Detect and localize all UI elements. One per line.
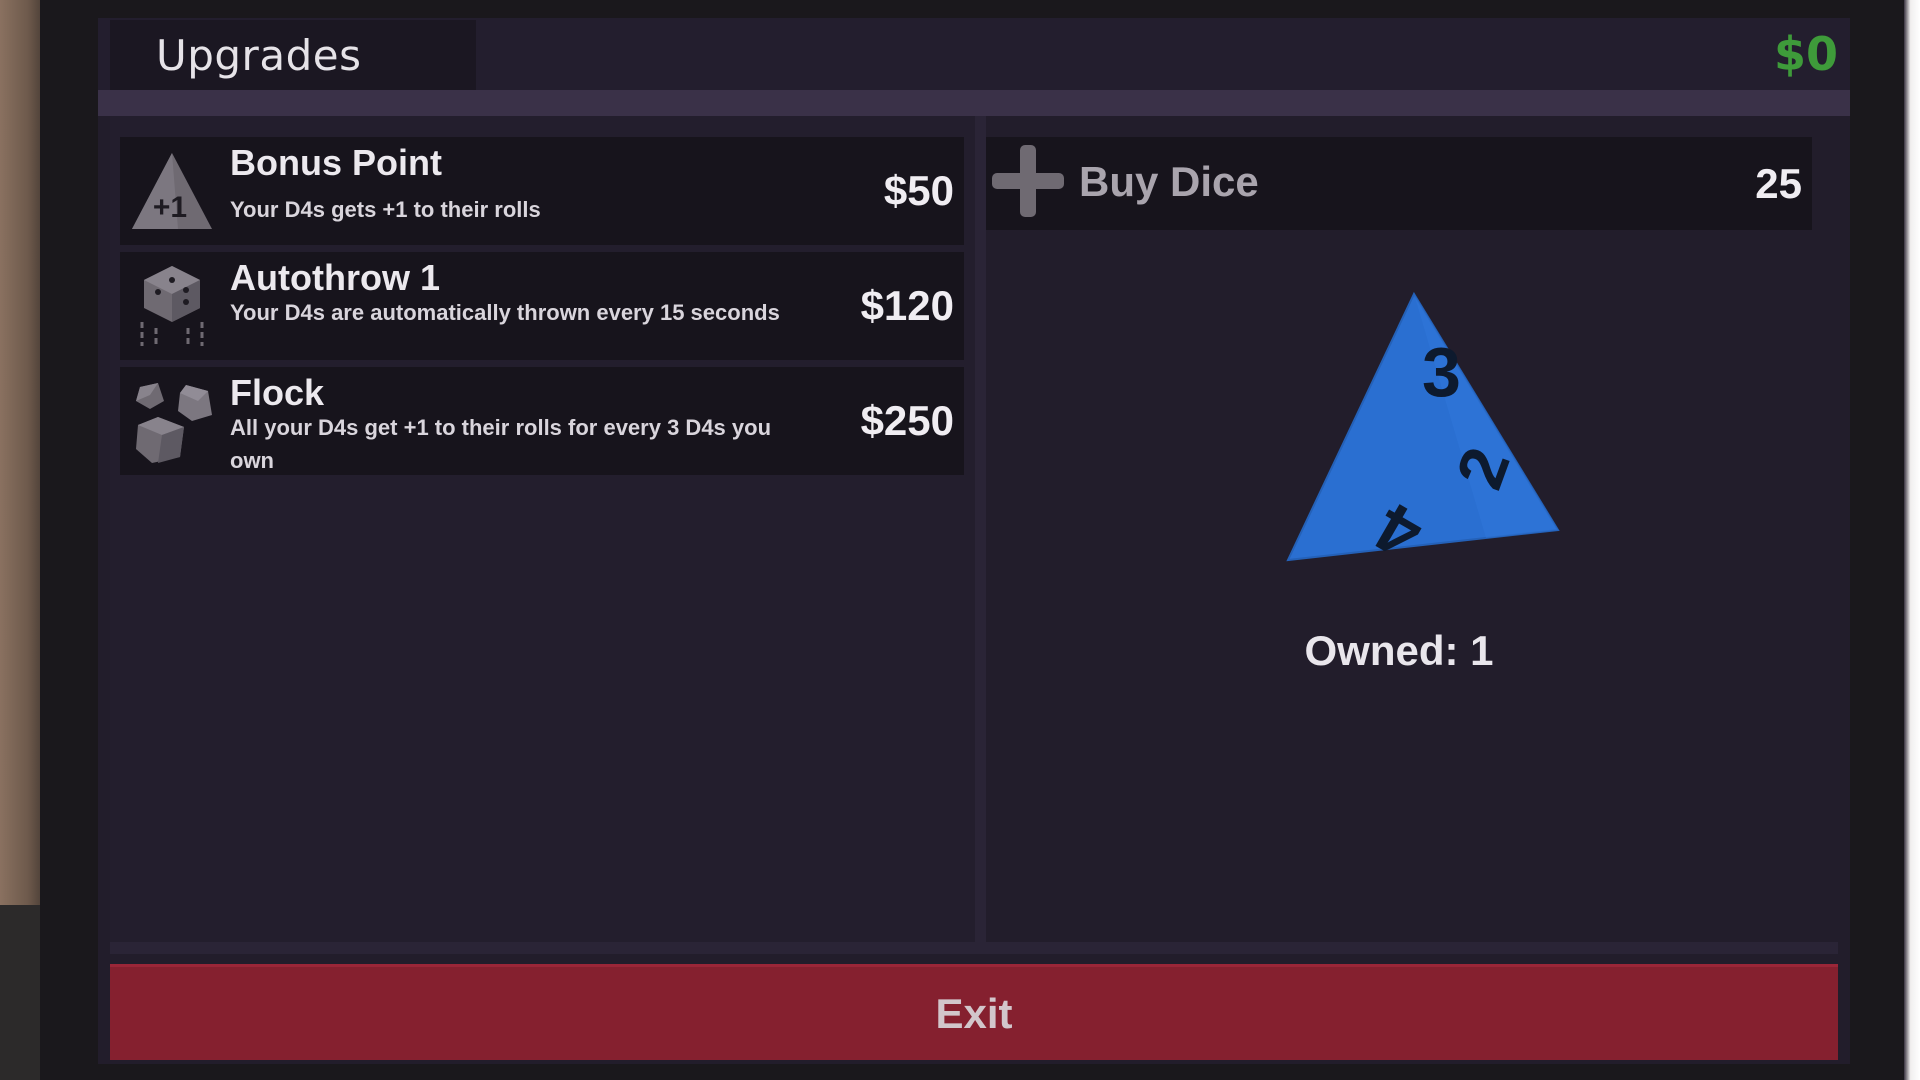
upgrade-price: $50: [883, 167, 954, 214]
header-bar: Upgrades Shop $0: [98, 18, 1850, 136]
buy-dice-button[interactable]: Buy Dice 25: [986, 137, 1812, 230]
plus-one-icon-label: +1: [153, 191, 187, 224]
header-divider: [98, 90, 1850, 116]
upgrade-description: All your D4s get +1 to their rolls for e…: [230, 415, 772, 473]
upgrade-item-autothrow-1[interactable]: Autothrow 1 Your D4s are automatically t…: [120, 252, 964, 360]
main-area: +1 Bonus Point Your D4s gets +1 to their…: [110, 116, 1838, 954]
upgrades-panel: +1 Bonus Point Your D4s gets +1 to their…: [110, 116, 975, 942]
exit-label: Exit: [935, 990, 1013, 1037]
upgrade-name: Bonus Point: [230, 142, 442, 183]
owned-count: Owned: 1: [1304, 627, 1494, 674]
upgrade-name: Flock: [230, 372, 325, 413]
upgrade-item-flock[interactable]: Flock All your D4s get +1 to their rolls…: [120, 367, 964, 475]
dice-cluster-icon: [136, 383, 212, 463]
exit-button[interactable]: Exit: [110, 964, 1838, 1060]
buy-dice-count: 25: [1755, 160, 1802, 207]
plus-icon: [992, 145, 1064, 217]
d4-face-3: 3: [1422, 333, 1461, 411]
falling-dice-icon: [140, 266, 204, 346]
d4-dice-preview: 3 2 4: [1286, 291, 1560, 575]
upgrade-name: Autothrow 1: [230, 257, 440, 298]
upgrade-item-bonus-point[interactable]: +1 Bonus Point Your D4s gets +1 to their…: [120, 137, 964, 245]
shop-screen: Upgrades Shop $0 +1 Bonus Point Your D4s…: [98, 18, 1850, 1064]
upgrade-description: Your D4s gets +1 to their rolls: [230, 197, 541, 222]
upgrade-price: $120: [860, 282, 954, 329]
upgrade-description: Your D4s are automatically thrown every …: [230, 300, 780, 325]
background-wall-right: [1904, 0, 1920, 1080]
money-counter: $0: [1773, 27, 1838, 81]
title-tab: Upgrades Shop: [110, 20, 476, 136]
upgrade-price: $250: [860, 397, 954, 444]
buy-dice-label: Buy Dice: [1079, 158, 1259, 205]
plus-one-pyramid-icon: +1: [132, 153, 212, 229]
dice-panel: Buy Dice 25 3 2 4 Owned: 1: [986, 116, 1838, 942]
